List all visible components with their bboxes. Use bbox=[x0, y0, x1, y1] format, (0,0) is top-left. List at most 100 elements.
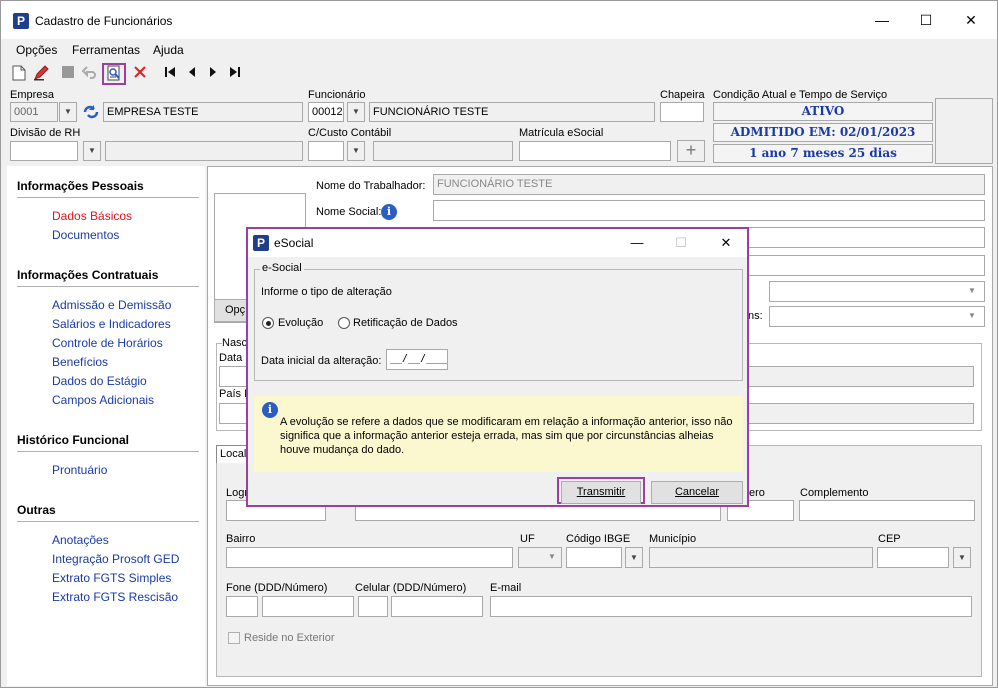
ccusto-name-field bbox=[373, 141, 513, 161]
sidebar-item-dados-basicos[interactable]: Dados Básicos bbox=[52, 209, 132, 223]
stop-icon[interactable] bbox=[59, 65, 77, 83]
bairro-field[interactable] bbox=[226, 547, 513, 568]
previous-record-icon[interactable] bbox=[183, 65, 201, 83]
section-divider bbox=[17, 451, 199, 452]
tab-local[interactable]: Local bbox=[216, 445, 250, 463]
minimize-button[interactable]: — bbox=[859, 5, 905, 35]
empresa-code-field[interactable]: 0001 bbox=[10, 102, 58, 122]
section-divider bbox=[17, 286, 199, 287]
employee-photo[interactable] bbox=[935, 98, 993, 164]
radio-evolucao[interactable] bbox=[262, 317, 274, 329]
sidebar-item-admissao[interactable]: Admissão e Demissão bbox=[52, 298, 171, 312]
info-text-line-1: A evolução se refere a dados que se modi… bbox=[280, 416, 733, 428]
sidebar-item-salarios[interactable]: Salários e Indicadores bbox=[52, 317, 171, 331]
cancelar-button[interactable]: Cancelar bbox=[651, 481, 743, 504]
logradouro-label: Logr bbox=[226, 487, 249, 499]
delete-x-icon[interactable] bbox=[131, 65, 149, 83]
sidebar-item-horarios[interactable]: Controle de Horários bbox=[52, 336, 163, 350]
ibge-field[interactable] bbox=[566, 547, 622, 568]
dialog-title-bar: P eSocial — ☐ ✕ bbox=[248, 229, 747, 257]
menu-opcoes[interactable]: Opções bbox=[16, 43, 57, 57]
sidebar-item-ged[interactable]: Integração Prosoft GED bbox=[52, 552, 179, 566]
sidebar-item-prontuario[interactable]: Prontuário bbox=[52, 463, 107, 477]
sidebar-item-fgts-simples[interactable]: Extrato FGTS Simples bbox=[52, 571, 171, 585]
edit-pencil-icon[interactable] bbox=[32, 65, 50, 83]
dialog-close-button[interactable]: ✕ bbox=[703, 228, 749, 258]
last-record-icon[interactable] bbox=[226, 65, 244, 83]
funcionario-dropdown-button[interactable]: ▼ bbox=[347, 102, 365, 122]
funcionario-code-field[interactable]: 00012 bbox=[308, 102, 344, 122]
divisao-dropdown-button[interactable]: ▼ bbox=[83, 141, 101, 161]
dialog-title: eSocial bbox=[274, 236, 314, 250]
nome-social-label: Nome Social: bbox=[316, 206, 382, 218]
select-field-2[interactable] bbox=[769, 306, 985, 327]
funcionario-label: Funcionário bbox=[308, 89, 366, 101]
menu-ferramentas[interactable]: Ferramentas bbox=[72, 43, 140, 57]
radio-evolucao-label[interactable]: Evolução bbox=[278, 317, 323, 329]
sidebar-item-anotacoes[interactable]: Anotações bbox=[52, 533, 109, 547]
matricula-field[interactable] bbox=[519, 141, 671, 161]
dialog-minimize-button[interactable]: — bbox=[614, 228, 660, 258]
tab-local-label: Local bbox=[220, 448, 247, 460]
ibge-dropdown-button[interactable]: ▼ bbox=[625, 547, 643, 568]
maximize-button[interactable]: ☐ bbox=[903, 5, 949, 35]
hidden-field-1[interactable] bbox=[738, 227, 985, 248]
nascimento-extra-field bbox=[748, 366, 974, 387]
menu-ajuda[interactable]: Ajuda bbox=[153, 43, 184, 57]
first-record-icon[interactable] bbox=[161, 65, 179, 83]
email-field[interactable] bbox=[490, 596, 972, 617]
funcionario-name-field: FUNCIONÁRIO TESTE bbox=[369, 102, 655, 122]
reside-exterior-checkbox[interactable] bbox=[228, 632, 240, 644]
sidebar-section-title: Informações Contratuais bbox=[17, 268, 159, 282]
transmitir-button[interactable]: Transmitir bbox=[561, 481, 641, 504]
dialog-maximize-button: ☐ bbox=[675, 235, 687, 250]
ccusto-code-field[interactable] bbox=[308, 141, 344, 161]
bairro-label: Bairro bbox=[226, 533, 256, 545]
hidden-field-2[interactable] bbox=[738, 255, 985, 276]
complemento-field[interactable] bbox=[799, 500, 975, 521]
empresa-swap-icon[interactable] bbox=[82, 104, 100, 123]
close-button[interactable]: ✕ bbox=[948, 5, 994, 35]
fone-number-field[interactable] bbox=[262, 596, 354, 617]
sidebar-item-beneficios[interactable]: Benefícios bbox=[52, 355, 108, 369]
date-label: Data inicial da alteração: bbox=[261, 355, 382, 367]
info-text-line-2: significa que a informação anterior este… bbox=[280, 430, 714, 442]
options-button[interactable]: Opç bbox=[214, 299, 248, 322]
sidebar-item-campos-adicionais[interactable]: Campos Adicionais bbox=[52, 393, 154, 407]
chapeira-field[interactable] bbox=[660, 102, 704, 122]
sidebar-item-estagio[interactable]: Dados do Estágio bbox=[52, 374, 147, 388]
ccusto-dropdown-button[interactable]: ▼ bbox=[347, 141, 365, 161]
empresa-dropdown-button[interactable]: ▼ bbox=[59, 102, 77, 122]
nome-social-field[interactable] bbox=[433, 200, 985, 221]
divisao-code-field[interactable] bbox=[10, 141, 78, 161]
divisao-name-field bbox=[105, 141, 303, 161]
next-record-icon[interactable] bbox=[204, 65, 222, 83]
date-field[interactable]: __/__/____ bbox=[386, 349, 448, 370]
sidebar-section-title: Histórico Funcional bbox=[17, 433, 130, 447]
fone-ddd-field[interactable] bbox=[226, 596, 258, 617]
fone-label: Fone (DDD/Número) bbox=[226, 582, 328, 594]
matricula-add-button[interactable]: + bbox=[677, 140, 705, 162]
esocial-send-icon[interactable] bbox=[105, 65, 123, 83]
celular-number-field[interactable] bbox=[391, 596, 483, 617]
municipio-field bbox=[649, 547, 873, 568]
sidebar-item-documentos[interactable]: Documentos bbox=[52, 228, 119, 242]
new-document-icon[interactable] bbox=[10, 65, 28, 83]
admission-date-badge: ADMITIDO EM: 02/01/2023 bbox=[713, 123, 933, 142]
cep-dropdown-button[interactable]: ▼ bbox=[953, 547, 971, 568]
sidebar-item-fgts-rescisao[interactable]: Extrato FGTS Rescisão bbox=[52, 590, 178, 604]
esocial-dialog: P eSocial — ☐ ✕ e-Social Informe o tipo … bbox=[246, 227, 749, 507]
radio-retificacao[interactable] bbox=[338, 317, 350, 329]
info-icon[interactable]: i bbox=[381, 204, 397, 220]
undo-icon[interactable] bbox=[81, 65, 99, 83]
celular-ddd-field[interactable] bbox=[358, 596, 388, 617]
ccusto-label: C/Custo Contábil bbox=[308, 127, 392, 139]
matricula-label: Matrícula eSocial bbox=[519, 127, 604, 139]
select-field-1[interactable] bbox=[769, 281, 985, 302]
service-time-badge: 1 ano 7 meses 25 dias bbox=[713, 144, 933, 163]
cep-field[interactable] bbox=[877, 547, 949, 568]
municipio-label: Município bbox=[649, 533, 697, 545]
app-logo-icon: P bbox=[253, 235, 269, 251]
radio-retificacao-label[interactable]: Retificação de Dados bbox=[353, 317, 458, 329]
status-badge: ATIVO bbox=[713, 102, 933, 121]
